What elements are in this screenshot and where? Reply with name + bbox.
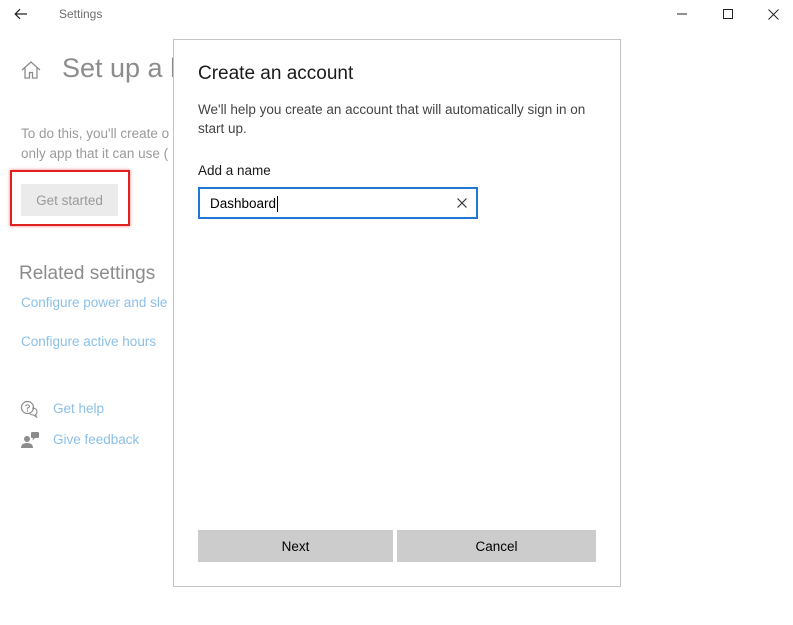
dialog-title: Create an account [198, 63, 354, 84]
clear-x-icon [457, 198, 467, 208]
name-field-label: Add a name [198, 163, 271, 178]
get-help-link[interactable]: Get help [53, 401, 104, 416]
description-line-1: To do this, you'll create o [21, 126, 170, 141]
related-settings-heading: Related settings [19, 263, 156, 284]
minimize-icon [677, 13, 687, 15]
close-window-button[interactable] [750, 0, 793, 28]
maximize-button[interactable] [705, 0, 751, 28]
page-description: To do this, you'll create o only app tha… [21, 124, 169, 164]
clear-input-button[interactable] [452, 193, 472, 213]
home-icon[interactable] [20, 59, 42, 81]
page-title: Set up a k [62, 53, 184, 83]
name-field[interactable] [198, 187, 478, 219]
close-icon [767, 8, 779, 20]
configure-active-hours-link[interactable]: Configure active hours [21, 334, 156, 349]
feedback-person-icon [20, 431, 40, 449]
maximize-icon [723, 9, 733, 19]
back-arrow-icon [14, 8, 27, 20]
text-cursor [277, 196, 279, 212]
title-bar: Settings [0, 0, 793, 30]
give-feedback-link[interactable]: Give feedback [53, 432, 139, 447]
back-button[interactable] [6, 0, 36, 28]
cancel-button[interactable]: Cancel [397, 530, 596, 562]
dialog-description: We'll help you create an account that wi… [198, 102, 586, 136]
window-title: Settings [59, 7, 103, 21]
next-button[interactable]: Next [198, 530, 393, 562]
description-line-2: only app that it can use ( [21, 146, 169, 161]
get-started-button[interactable]: Get started [21, 184, 118, 216]
minimize-button[interactable] [659, 0, 705, 28]
help-chat-icon [20, 400, 40, 419]
configure-power-link[interactable]: Configure power and sle [21, 295, 167, 310]
name-input[interactable] [200, 189, 450, 217]
create-account-dialog: Create an account We'll help you create … [173, 39, 621, 587]
